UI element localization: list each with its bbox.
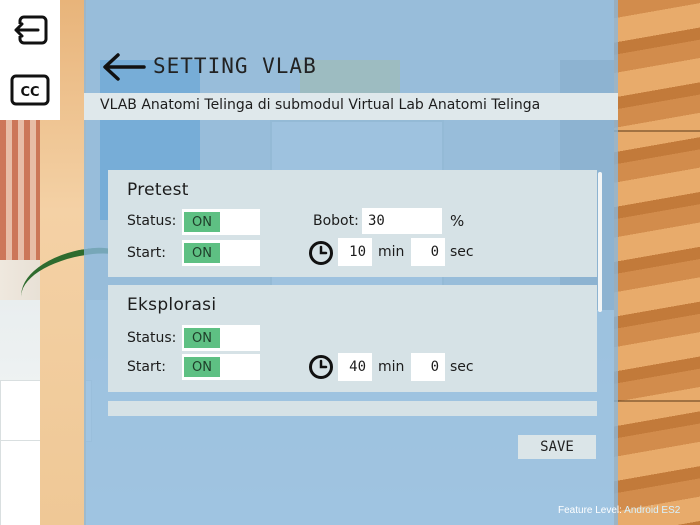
back-button[interactable] xyxy=(100,50,148,84)
feature-level-value: Android ES2 xyxy=(624,505,681,516)
section-title: Eksplorasi xyxy=(127,295,217,315)
cc-button[interactable]: CC xyxy=(0,60,60,120)
start-label: Start: xyxy=(127,359,166,375)
cc-icon: CC xyxy=(10,74,50,106)
section-title: Pretest xyxy=(127,180,189,200)
exit-icon xyxy=(14,15,48,45)
pretest-start-toggle[interactable]: ON xyxy=(182,240,260,266)
settings-scroll-area[interactable]: Pretest Status: ON Start: ON Bobot: 30 %… xyxy=(108,170,597,416)
door-panel-line xyxy=(614,400,700,402)
cc-label: CC xyxy=(20,85,39,100)
feature-level-label: Feature Level: xyxy=(558,505,622,516)
door-panel-line xyxy=(614,130,700,132)
toggle-on-indicator: ON xyxy=(184,243,220,263)
sec-unit: sec xyxy=(450,244,474,260)
seconds-input[interactable]: 0 xyxy=(411,353,445,381)
page-title: SETTING VLAB xyxy=(153,54,317,78)
pretest-status-toggle[interactable]: ON xyxy=(182,209,260,235)
section-pretest: Pretest Status: ON Start: ON Bobot: 30 %… xyxy=(108,170,597,277)
toggle-on-indicator: ON xyxy=(184,328,220,348)
clock-icon xyxy=(309,355,333,379)
min-unit: min xyxy=(378,244,405,260)
module-subtitle: VLAB Anatomi Telinga di submodul Virtual… xyxy=(100,97,541,113)
toggle-on-indicator: ON xyxy=(184,212,220,232)
seconds-input[interactable]: 0 xyxy=(411,238,445,266)
scrollbar-thumb[interactable] xyxy=(598,172,602,312)
clock-icon xyxy=(309,241,333,265)
save-button[interactable]: SAVE xyxy=(518,435,596,459)
bobot-label: Bobot: xyxy=(313,213,359,229)
section-eksplorasi: Eksplorasi Status: ON Start: ON 40 min 0… xyxy=(108,285,597,392)
toggle-on-indicator: ON xyxy=(184,357,220,377)
start-label: Start: xyxy=(127,245,166,261)
minutes-input[interactable]: 40 xyxy=(338,353,372,381)
sec-unit: sec xyxy=(450,359,474,375)
exit-button[interactable] xyxy=(0,0,60,60)
back-arrow-icon xyxy=(103,53,146,81)
status-label: Status: xyxy=(127,213,177,229)
bobot-input[interactable]: 30 xyxy=(362,208,442,234)
wooden-door xyxy=(614,0,700,525)
status-label: Status: xyxy=(127,330,177,346)
feature-level-info: Feature Level: Android ES2 xyxy=(558,505,680,516)
eksplorasi-status-toggle[interactable]: ON xyxy=(182,325,260,351)
section-next-partial xyxy=(108,401,597,416)
min-unit: min xyxy=(378,359,405,375)
percent-unit: % xyxy=(450,212,465,230)
minutes-input[interactable]: 10 xyxy=(338,238,372,266)
eksplorasi-start-toggle[interactable]: ON xyxy=(182,354,260,380)
